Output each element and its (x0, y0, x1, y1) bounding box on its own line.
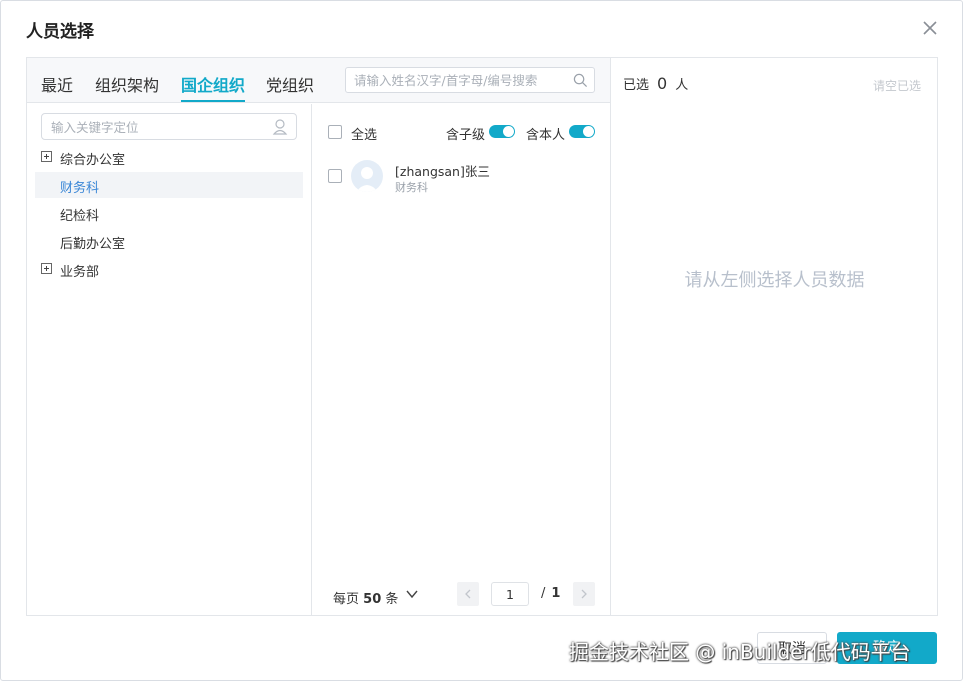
ok-button[interactable]: 确定 (837, 632, 937, 664)
chevron-down-icon[interactable] (405, 587, 419, 601)
tree-filter-input[interactable] (51, 118, 261, 136)
tab-org-structure[interactable]: 组织架构 (95, 72, 159, 96)
person-select-dialog: 人员选择 最近 组织架构 国企组织 党组织 请输入姓名汉字/首字母/编号搜索 输… (0, 0, 963, 681)
chevron-left-icon (465, 589, 471, 599)
next-page-button[interactable] (573, 582, 595, 606)
clear-selected-link[interactable]: 请空已选 (873, 77, 921, 94)
selected-count: 已选 0 人 (623, 74, 688, 93)
page-total: /1 (541, 586, 560, 601)
active-tab-indicator (181, 100, 245, 102)
org-tree-pane: 综合办公室 财务科 纪检科 后勤办公室 业务部 (27, 104, 312, 615)
person-dept: 财务科 (395, 181, 428, 194)
tab-recent[interactable]: 最近 (41, 72, 73, 96)
selection-panel: 最近 组织架构 国企组织 党组织 综合办公室 (26, 57, 938, 616)
tree-node-logistics-office[interactable]: 后勤办公室 (41, 228, 301, 254)
tree-node-label: 财务科 (60, 181, 100, 196)
person-pin-icon (272, 119, 288, 135)
select-all-label: 全选 (351, 128, 378, 143)
page-size-value: 50 (363, 592, 382, 607)
page-number-input[interactable] (491, 582, 529, 606)
selected-count-suffix: 人 (675, 78, 689, 93)
pagination: 每页 50 条 /1 (313, 582, 610, 610)
source-column: 最近 组织架构 国企组织 党组织 综合办公室 (27, 58, 612, 615)
person-search-input[interactable] (354, 71, 559, 89)
chevron-right-icon (581, 589, 587, 599)
search-icon[interactable] (573, 73, 588, 88)
people-list-pane: 全选 含子级 含本人 [zhangsan]张三 财务科 每页 50 条 1 / … (313, 104, 610, 615)
tree-node-label: 综合办公室 (60, 153, 126, 168)
selected-count-prefix: 已选 (623, 78, 650, 93)
prev-page-button[interactable] (457, 582, 479, 606)
tree-node-discipline[interactable]: 纪检科 (41, 200, 301, 226)
tree-filter-box (41, 113, 297, 140)
avatar (351, 160, 383, 192)
select-all-checkbox[interactable] (328, 125, 342, 139)
tree-node-label: 纪检科 (60, 209, 100, 224)
include-children-option: 含子级 (446, 124, 515, 143)
tree-node-label: 业务部 (60, 265, 100, 280)
tree-node-label: 后勤办公室 (60, 237, 126, 252)
person-name[interactable]: [zhangsan]张三 (395, 161, 490, 180)
close-icon[interactable] (920, 18, 940, 38)
expand-plus-icon[interactable] (41, 151, 52, 162)
empty-hint: 请从左侧选择人员数据 (684, 270, 865, 291)
page-separator: / (541, 586, 546, 601)
include-children-toggle[interactable] (489, 125, 515, 138)
selected-count-value: 0 (657, 74, 668, 93)
selected-column: 已选 0 人 请空已选 请从左侧选择人员数据 (610, 58, 937, 615)
person-search-box (345, 67, 595, 93)
include-self-label: 含本人 (526, 128, 566, 143)
tree-node-general-office[interactable]: 综合办公室 (41, 144, 301, 170)
cancel-button[interactable]: 取消 (757, 632, 827, 664)
tab-party-org[interactable]: 党组织 (266, 72, 314, 96)
tree-node-business-dept[interactable]: 业务部 (41, 256, 301, 282)
expand-plus-icon[interactable] (41, 263, 52, 274)
tab-bar: 最近 组织架构 国企组织 党组织 (27, 58, 610, 103)
tab-soe-org[interactable]: 国企组织 (181, 72, 245, 96)
page-size-select[interactable]: 每页 50 条 (333, 588, 398, 607)
include-children-label: 含子级 (446, 128, 486, 143)
include-self-option: 含本人 (526, 124, 595, 143)
dialog-title: 人员选择 (26, 22, 94, 42)
include-self-toggle[interactable] (569, 125, 595, 138)
page-size-prefix: 每页 (333, 592, 360, 607)
tree-node-finance[interactable]: 财务科 (35, 172, 303, 198)
page-size-suffix: 条 (385, 592, 399, 607)
person-checkbox[interactable] (328, 169, 342, 183)
total-pages: 1 (551, 586, 561, 601)
